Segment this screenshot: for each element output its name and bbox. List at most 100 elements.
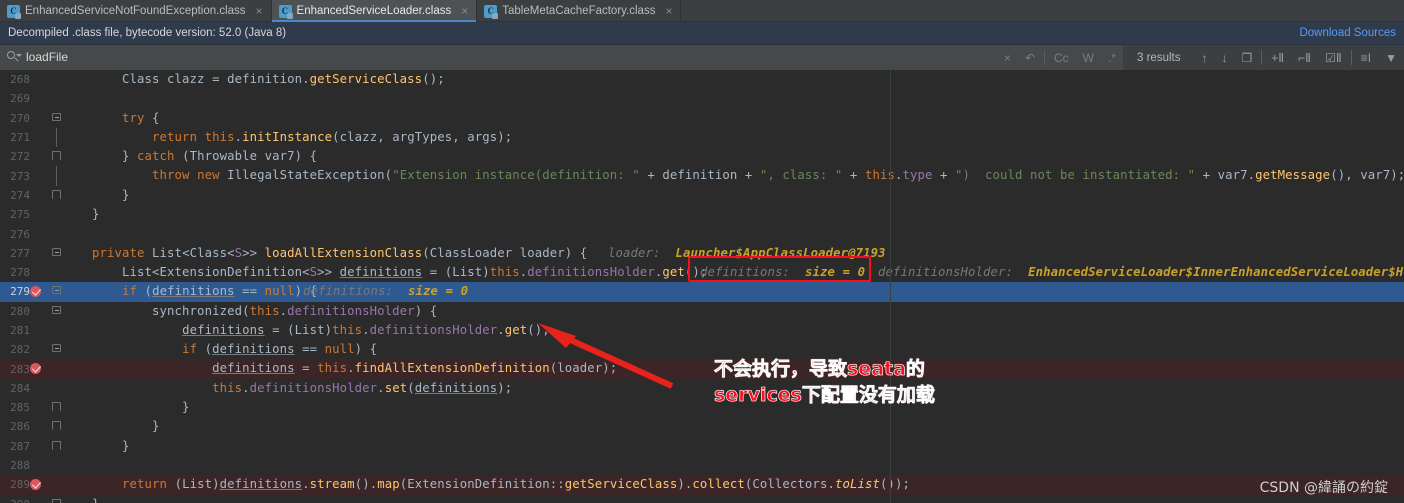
fold-end-icon[interactable]: [52, 421, 61, 432]
code-line[interactable]: 284 this.definitionsHolder.set(definitio…: [0, 379, 1404, 398]
code-line[interactable]: 285 }: [0, 398, 1404, 417]
editor-gutter[interactable]: 288: [0, 456, 62, 475]
code-token: >>: [242, 245, 265, 260]
code-line[interactable]: 287 }: [0, 437, 1404, 456]
select-all-occurrences-button[interactable]: ❐: [1234, 45, 1259, 70]
fold-end-icon[interactable]: [52, 151, 61, 162]
editor-gutter[interactable]: 290: [0, 495, 62, 503]
find-previous-button[interactable]: ↑: [1194, 45, 1214, 70]
editor-gutter[interactable]: 286: [0, 417, 62, 436]
editor-gutter[interactable]: 271: [0, 127, 62, 148]
fold-collapse-icon[interactable]: [52, 112, 61, 124]
editor-gutter[interactable]: 275: [0, 205, 62, 224]
search-history-icon[interactable]: ↶: [1018, 45, 1042, 70]
code-line[interactable]: 278 List<ExtensionDefinition<S>> definit…: [0, 263, 1404, 282]
code-token: >>: [317, 264, 340, 279]
editor-gutter[interactable]: 269: [0, 89, 62, 108]
editor-gutter[interactable]: 277: [0, 244, 62, 263]
whole-words-toggle[interactable]: W: [1076, 45, 1101, 70]
code-line[interactable]: 289 return (List)definitions.stream().ma…: [0, 475, 1404, 495]
filter-icon[interactable]: ▼: [1378, 45, 1404, 70]
editor-gutter[interactable]: 274: [0, 186, 62, 205]
editor-gutter[interactable]: 272: [0, 147, 62, 166]
breakpoint-verified-icon[interactable]: [30, 363, 41, 375]
code-line[interactable]: 272 } catch (Throwable var7) {: [0, 147, 1404, 166]
editor-gutter[interactable]: 284: [0, 379, 62, 398]
code-token: catch: [137, 149, 175, 164]
code-token: .: [362, 322, 370, 337]
add-occurrence-button[interactable]: +Ⅱ: [1264, 45, 1291, 70]
fold-end-icon[interactable]: [52, 189, 61, 201]
code-line[interactable]: 270 try {: [0, 109, 1404, 128]
editor-gutter[interactable]: 268: [0, 70, 62, 89]
editor-tab-2[interactable]: C TableMetaCacheFactory.class ×: [477, 0, 682, 22]
close-icon[interactable]: ×: [459, 5, 470, 17]
breakpoint-verified-icon[interactable]: [30, 286, 41, 298]
clear-search-icon[interactable]: ×: [997, 45, 1018, 70]
editor-gutter[interactable]: 276: [0, 224, 62, 243]
code-token: throw: [152, 168, 190, 183]
regex-toggle[interactable]: .*: [1101, 45, 1123, 70]
fold-end-icon[interactable]: [52, 402, 61, 413]
code-line[interactable]: 275 }: [0, 205, 1404, 224]
line-number: 281: [10, 324, 30, 337]
code-line[interactable]: 268 Class clazz = definition.getServiceC…: [0, 70, 1404, 89]
editor-gutter[interactable]: 282: [0, 340, 62, 359]
fold-collapse-icon[interactable]: [52, 286, 61, 297]
editor-gutter[interactable]: 285: [0, 398, 62, 417]
search-scope-button[interactable]: ≡I: [1354, 45, 1378, 70]
select-all-lines-button[interactable]: ☑Ⅱ: [1318, 45, 1349, 70]
code-token: + definition +: [639, 168, 760, 183]
line-number: 278: [10, 266, 30, 280]
editor-gutter[interactable]: 289: [0, 475, 62, 494]
fold-end-icon[interactable]: [52, 440, 61, 452]
code-token: .: [497, 322, 505, 337]
code-line[interactable]: 271 return this.initInstance(clazz, argT…: [0, 127, 1404, 148]
code-editor[interactable]: 268 Class clazz = definition.getServiceC…: [0, 70, 1404, 503]
line-number: 279: [10, 285, 30, 299]
editor-gutter[interactable]: 278: [0, 263, 62, 282]
line-number: 282: [10, 343, 30, 357]
code-token: (: [197, 342, 213, 357]
code-line[interactable]: 269: [0, 89, 1404, 108]
close-icon[interactable]: ×: [663, 5, 674, 17]
editor-tab-1[interactable]: C EnhancedServiceLoader.class ×: [271, 0, 478, 22]
editor-tab-0[interactable]: C EnhancedServiceNotFoundException.class ×: [0, 0, 272, 22]
code-line[interactable]: 281 definitions = (List)this.definitions…: [0, 321, 1404, 340]
editor-gutter[interactable]: 270: [0, 109, 62, 128]
code-line[interactable]: 276: [0, 224, 1404, 243]
code-line[interactable]: 290 }: [0, 495, 1404, 503]
editor-gutter[interactable]: 287: [0, 437, 62, 456]
code-line[interactable]: 273 throw new IllegalStateException("Ext…: [0, 166, 1404, 186]
code-token: ") could not be instantiated: ": [955, 168, 1196, 183]
code-line[interactable]: 288: [0, 456, 1404, 475]
fold-collapse-icon[interactable]: [52, 344, 61, 355]
match-case-toggle[interactable]: Cc: [1047, 45, 1076, 70]
editor-gutter[interactable]: 279: [0, 282, 62, 301]
fold-end-icon[interactable]: [52, 498, 61, 503]
code-line[interactable]: 280 synchronized(this.definitionsHolder)…: [0, 302, 1404, 321]
find-next-button[interactable]: ↓: [1214, 45, 1234, 70]
editor-gutter[interactable]: 283: [0, 359, 62, 378]
code-line[interactable]: 279 if (definitions == null) {definition…: [0, 282, 1404, 302]
editor-gutter[interactable]: 281: [0, 321, 62, 340]
inline-hint-label: loader:: [608, 245, 676, 260]
code-line-text: if (definitions == null) {definitions: s…: [62, 282, 1404, 301]
download-sources-link[interactable]: Download Sources: [1299, 27, 1396, 39]
editor-gutter[interactable]: 280: [0, 302, 62, 321]
editor-gutter[interactable]: 273: [0, 166, 62, 186]
close-icon[interactable]: ×: [254, 5, 265, 17]
code-line[interactable]: 283 definitions = this.findAllExtensionD…: [0, 359, 1404, 379]
code-line-text: List<ExtensionDefinition<S>> definitions…: [62, 263, 1404, 282]
code-line[interactable]: 282 if (definitions == null) {: [0, 340, 1404, 359]
fold-collapse-icon[interactable]: [52, 305, 61, 317]
fold-collapse-icon[interactable]: [52, 247, 61, 259]
breakpoint-verified-icon[interactable]: [30, 479, 41, 491]
inline-debug-hint: definitions: size = 0: [303, 282, 468, 301]
code-line[interactable]: 286 }: [0, 417, 1404, 436]
code-line[interactable]: 277 private List<Class<S>> loadAllExtens…: [0, 244, 1404, 263]
remove-occurrence-button[interactable]: ⌐Ⅱ: [1291, 45, 1318, 70]
code-line[interactable]: 274 }: [0, 186, 1404, 205]
code-line-text: }: [62, 205, 1404, 224]
